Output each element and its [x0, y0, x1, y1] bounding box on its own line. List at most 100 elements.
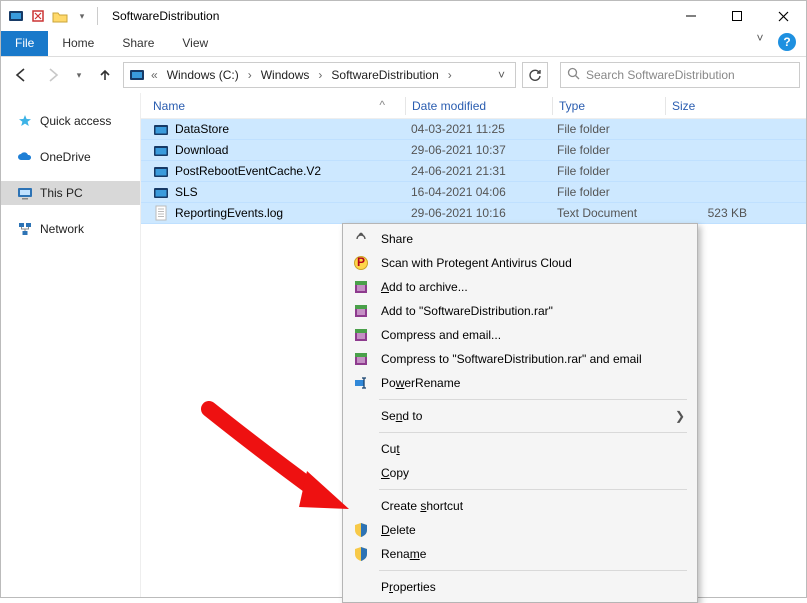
separator [97, 7, 98, 25]
app-icon [8, 8, 24, 24]
context-menu: Share P Scan with Protegent Antivirus Cl… [342, 223, 698, 603]
file-type: File folder [551, 185, 663, 199]
window-title: SoftwareDistribution [112, 9, 219, 23]
menu-rename[interactable]: Rename [345, 542, 695, 566]
sidebar-item-label: This PC [40, 186, 83, 200]
winrar-icon [351, 301, 371, 321]
pc-icon [17, 185, 33, 201]
file-type: File folder [551, 164, 663, 178]
tab-share[interactable]: Share [108, 31, 168, 56]
search-icon [567, 67, 580, 83]
folder-icon [153, 163, 169, 179]
ribbon-expand-icon[interactable]: ˅ [746, 31, 774, 45]
address-bar[interactable]: « Windows (C:) › Windows › SoftwareDistr… [123, 62, 516, 88]
menu-separator [379, 432, 687, 433]
close-button[interactable] [760, 1, 806, 31]
antivirus-icon: P [351, 253, 371, 273]
menu-separator [379, 489, 687, 490]
menu-add-rar[interactable]: Add to "SoftwareDistribution.rar" [345, 299, 695, 323]
powerrename-icon [351, 373, 371, 393]
table-row[interactable]: SLS 16-04-2021 04:06File folder [141, 182, 806, 203]
menu-powerrename[interactable]: PowerRename [345, 371, 695, 395]
network-icon [17, 221, 33, 237]
tab-view[interactable]: View [168, 31, 222, 56]
menu-scan[interactable]: P Scan with Protegent Antivirus Cloud [345, 251, 695, 275]
search-input[interactable]: Search SoftwareDistribution [560, 62, 800, 88]
chevron-right-icon[interactable]: › [445, 68, 455, 82]
folder-icon [153, 184, 169, 200]
back-button[interactable] [7, 61, 35, 89]
menu-compress-email[interactable]: Compress and email... [345, 323, 695, 347]
recent-dropdown-icon[interactable]: ▾ [71, 61, 87, 89]
sidebar-item-this-pc[interactable]: This PC [1, 181, 140, 205]
column-size[interactable]: Size [666, 99, 756, 113]
column-date[interactable]: Date modified [406, 99, 552, 113]
submenu-arrow-icon: ❯ [675, 409, 685, 423]
cloud-icon [17, 149, 33, 165]
sidebar-item-onedrive[interactable]: OneDrive [1, 145, 140, 169]
chevron-right-icon[interactable]: « [148, 68, 161, 82]
menu-create-shortcut[interactable]: Create shortcut [345, 494, 695, 518]
file-size: 523 KB [663, 206, 753, 220]
address-dropdown-icon[interactable]: ˅ [492, 68, 511, 82]
sort-asc-icon: ^ [379, 98, 385, 112]
star-icon [17, 113, 33, 129]
up-button[interactable] [91, 61, 119, 89]
column-type[interactable]: Type [553, 99, 665, 113]
nav-pane: Quick access OneDrive This PC Network [1, 93, 141, 597]
menu-cut[interactable]: Cut [345, 437, 695, 461]
sidebar-item-quick-access[interactable]: Quick access [1, 109, 140, 133]
file-name: PostRebootEventCache.V2 [175, 164, 321, 178]
minimize-button[interactable] [668, 1, 714, 31]
svg-text:P: P [357, 255, 365, 269]
menu-add-archive[interactable]: Add to archive... [345, 275, 695, 299]
title-bar: ▾ SoftwareDistribution [1, 1, 806, 31]
table-row[interactable]: DataStore04-03-2021 11:25File folder [141, 119, 806, 140]
breadcrumb[interactable]: Windows [257, 66, 314, 84]
winrar-icon [351, 349, 371, 369]
nav-row: ▾ « Windows (C:) › Windows › SoftwareDis… [1, 57, 806, 93]
file-type: File folder [551, 143, 663, 157]
table-row[interactable]: Download29-06-2021 10:37File folder [141, 140, 806, 161]
file-name: SLS [175, 185, 198, 199]
file-date: 16-04-2021 04:06 [405, 185, 551, 199]
help-button[interactable]: ? [778, 33, 800, 55]
maximize-button[interactable] [714, 1, 760, 31]
folder-icon [153, 121, 169, 137]
forward-button[interactable] [39, 61, 67, 89]
file-date: 24-06-2021 21:31 [405, 164, 551, 178]
menu-separator [379, 570, 687, 571]
menu-compress-rar-email[interactable]: Compress to "SoftwareDistribution.rar" a… [345, 347, 695, 371]
winrar-icon [351, 277, 371, 297]
winrar-icon [351, 325, 371, 345]
table-row[interactable]: PostRebootEventCache.V2 24-06-2021 21:31F… [141, 161, 806, 182]
drive-icon [128, 66, 146, 84]
qat-dropdown-icon[interactable]: ▾ [74, 8, 90, 24]
table-row[interactable]: ReportingEvents.log 29-06-2021 10:16Text … [141, 203, 806, 224]
breadcrumb[interactable]: SoftwareDistribution [327, 66, 442, 84]
file-date: 29-06-2021 10:37 [405, 143, 551, 157]
menu-copy[interactable]: Copy [345, 461, 695, 485]
folder-icon [153, 142, 169, 158]
file-type: Text Document [551, 206, 663, 220]
tab-home[interactable]: Home [48, 31, 108, 56]
share-icon [351, 229, 371, 249]
chevron-right-icon[interactable]: › [245, 68, 255, 82]
file-date: 04-03-2021 11:25 [405, 122, 551, 136]
refresh-button[interactable] [522, 62, 548, 88]
qat-properties-icon[interactable] [30, 8, 46, 24]
menu-send-to[interactable]: Send to ❯ [345, 404, 695, 428]
search-placeholder: Search SoftwareDistribution [586, 68, 735, 82]
column-name[interactable]: Name^ [147, 99, 405, 113]
breadcrumb[interactable]: Windows (C:) [163, 66, 243, 84]
menu-properties[interactable]: Properties [345, 575, 695, 599]
menu-share[interactable]: Share [345, 227, 695, 251]
qat-folder-icon[interactable] [52, 8, 68, 24]
sidebar-item-network[interactable]: Network [1, 217, 140, 241]
file-tab[interactable]: File [1, 31, 48, 56]
menu-delete[interactable]: Delete [345, 518, 695, 542]
file-date: 29-06-2021 10:16 [405, 206, 551, 220]
ribbon: File Home Share View ˅ ? [1, 31, 806, 57]
chevron-right-icon[interactable]: › [315, 68, 325, 82]
file-name: ReportingEvents.log [175, 206, 283, 220]
